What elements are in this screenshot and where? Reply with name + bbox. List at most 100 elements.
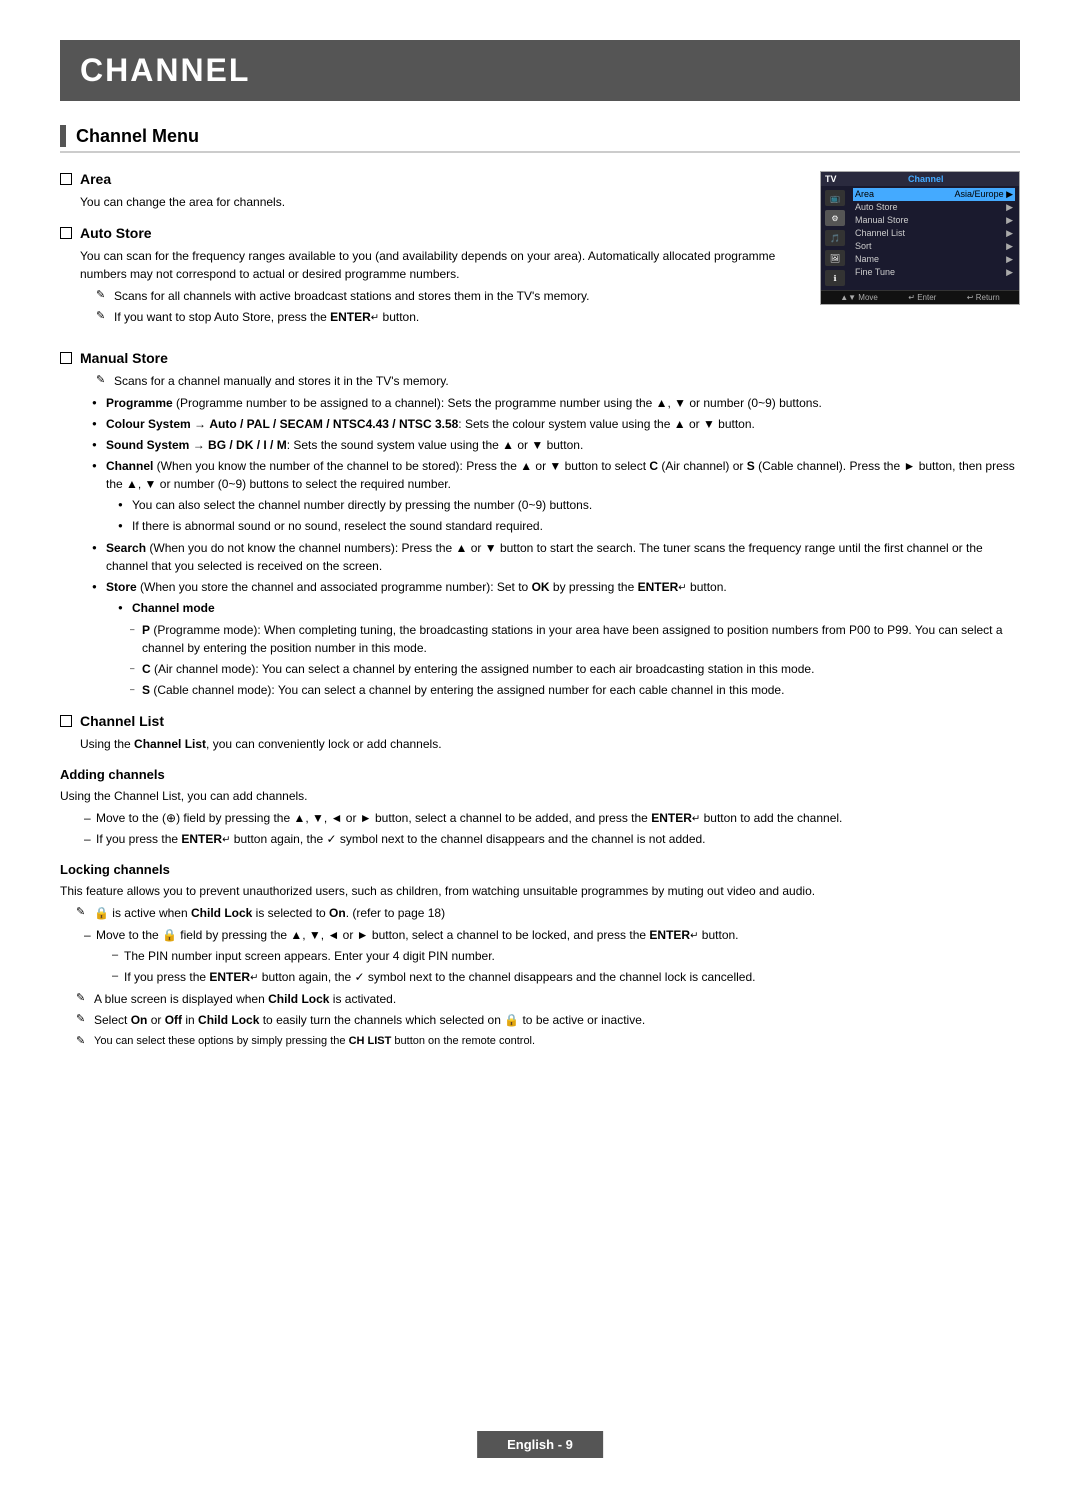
tv-item-arrow: ▶ bbox=[1006, 241, 1013, 252]
channel-title-banner: CHANNEL bbox=[60, 40, 1020, 101]
locking-sub-notes: The PIN number input screen appears. Ent… bbox=[96, 947, 1020, 986]
tv-item-label: Sort bbox=[855, 241, 872, 252]
tv-item-value: Asia/Europe ▶ bbox=[955, 189, 1013, 200]
auto-store-checkbox bbox=[60, 227, 72, 239]
area-title-row: Area bbox=[60, 171, 800, 187]
area-subsection: Area You can change the area for channel… bbox=[60, 171, 800, 211]
channel-menu-label: Channel bbox=[908, 174, 944, 184]
locking-channels-more-notes: A blue screen is displayed when Child Lo… bbox=[60, 990, 1020, 1029]
tv-menu-items-list: Area Asia/Europe ▶ Auto Store ▶ Manual S… bbox=[849, 186, 1019, 290]
adding-channels-body: Using the Channel List, you can add chan… bbox=[60, 787, 1020, 805]
tv-menu-item-autostore: Auto Store ▶ bbox=[853, 201, 1015, 214]
auto-store-heading: Auto Store bbox=[80, 225, 152, 241]
dash-item-s: S (Cable channel mode): You can select a… bbox=[130, 681, 1020, 699]
manual-store-title-row: Manual Store bbox=[60, 350, 1020, 366]
page-title: CHANNEL bbox=[80, 52, 1000, 89]
adding-channels-dashes: Move to the (⊕) field by pressing the ▲,… bbox=[60, 809, 1020, 848]
tv-menu-mockup: TV Channel 📺 ⚙ 🎵 🖼 ℹ Area bbox=[820, 171, 1020, 305]
tv-sidebar-icon-5: ℹ bbox=[825, 270, 845, 286]
manual-store-bullets: Programme (Programme number to be assign… bbox=[80, 394, 1020, 699]
tv-sidebar-icon-2: ⚙ bbox=[825, 210, 845, 226]
bullet-item-channel: Channel (When you know the number of the… bbox=[96, 457, 1020, 535]
section-title: Channel Menu bbox=[76, 126, 199, 147]
note-item: You can also select the channel number d… bbox=[122, 496, 1020, 514]
section-heading: Channel Menu bbox=[60, 125, 1020, 153]
channel-list-checkbox bbox=[60, 715, 72, 727]
tv-item-label: Manual Store bbox=[855, 215, 909, 226]
tv-item-label: Name bbox=[855, 254, 879, 265]
note-item: Scans for a channel manually and stores … bbox=[96, 372, 1020, 390]
tv-item-label: Area bbox=[855, 189, 874, 200]
tv-menu-body: 📺 ⚙ 🎵 🖼 ℹ Area Asia/Europe ▶ Auto Store bbox=[821, 186, 1019, 290]
main-content-top: Area You can change the area for channel… bbox=[60, 171, 800, 340]
note-item: 🔒 is active when Child Lock is selected … bbox=[76, 904, 1020, 922]
tv-menu-item-manualstore: Manual Store ▶ bbox=[853, 214, 1015, 227]
channel-sub-notes: You can also select the channel number d… bbox=[106, 496, 1020, 535]
tv-menu-item-sort: Sort ▶ bbox=[853, 240, 1015, 253]
locking-channels-body: This feature allows you to prevent unaut… bbox=[60, 882, 1020, 900]
area-body: You can change the area for channels. bbox=[80, 193, 800, 211]
tv-menu-footer: ▲▼ Move ↵ Enter ↩ Return bbox=[821, 290, 1019, 304]
note-item: If there is abnormal sound or no sound, … bbox=[122, 517, 1020, 535]
note-item: A blue screen is displayed when Child Lo… bbox=[76, 990, 1020, 1008]
footer-text: English - 9 bbox=[507, 1437, 573, 1452]
manual-store-notes: Scans for a channel manually and stores … bbox=[80, 372, 1020, 390]
dash-item: Move to the (⊕) field by pressing the ▲,… bbox=[84, 809, 1020, 827]
content-with-image: Area You can change the area for channel… bbox=[60, 171, 1020, 340]
bullet-item-programme: Programme (Programme number to be assign… bbox=[96, 394, 1020, 412]
channel-list-subsection: Channel List Using the Channel List, you… bbox=[60, 713, 1020, 753]
manual-store-heading: Manual Store bbox=[80, 350, 168, 366]
tv-sidebar-icon-1: 📺 bbox=[825, 190, 845, 206]
note-item: The PIN number input screen appears. Ent… bbox=[112, 947, 1020, 965]
auto-store-body: You can scan for the frequency ranges av… bbox=[80, 247, 800, 283]
tv-menu-sidebar: 📺 ⚙ 🎵 🖼 ℹ bbox=[821, 186, 849, 290]
locking-channels-final: You can select these options by simply p… bbox=[60, 1033, 1020, 1050]
adding-channels-title: Adding channels bbox=[60, 767, 1020, 782]
tv-item-arrow: ▶ bbox=[1006, 215, 1013, 226]
tv-item-label: Fine Tune bbox=[855, 267, 895, 278]
bullet-item-colour: Colour System → Auto / PAL / SECAM / NTS… bbox=[96, 415, 1020, 433]
bullet-item-search: Search (When you do not know the channel… bbox=[96, 539, 1020, 575]
tv-sidebar-icon-4: 🖼 bbox=[825, 250, 845, 266]
tv-item-label: Channel List bbox=[855, 228, 905, 239]
dash-item-c: C (Air channel mode): You can select a c… bbox=[130, 660, 1020, 678]
tv-menu-item-area: Area Asia/Europe ▶ bbox=[853, 188, 1015, 201]
dash-item-p: P (Programme mode): When completing tuni… bbox=[130, 621, 1020, 657]
note-item: You can select these options by simply p… bbox=[76, 1033, 1020, 1050]
tv-menu-item-name: Name ▶ bbox=[853, 253, 1015, 266]
auto-store-title-row: Auto Store bbox=[60, 225, 800, 241]
auto-store-subsection: Auto Store You can scan for the frequenc… bbox=[60, 225, 800, 326]
note-item: Scans for all channels with active broad… bbox=[96, 287, 800, 305]
note-item: Select On or Off in Child Lock to easily… bbox=[76, 1011, 1020, 1029]
manual-store-checkbox bbox=[60, 352, 72, 364]
footer-bar: English - 9 bbox=[477, 1431, 603, 1458]
note-item: If you press the ENTER↵ button again, th… bbox=[112, 968, 1020, 986]
channel-list-title-row: Channel List bbox=[60, 713, 1020, 729]
tv-menu-image: TV Channel 📺 ⚙ 🎵 🖼 ℹ Area bbox=[820, 171, 1020, 340]
footer-enter: ↵ Enter bbox=[908, 293, 936, 302]
tv-item-arrow: ▶ bbox=[1006, 228, 1013, 239]
tv-label: TV bbox=[825, 174, 837, 184]
tv-menu-header: TV Channel bbox=[821, 172, 1019, 186]
area-heading: Area bbox=[80, 171, 111, 187]
bullet-item-sound: Sound System → BG / DK / I / M: Sets the… bbox=[96, 436, 1020, 454]
locking-channels-note1: 🔒 is active when Child Lock is selected … bbox=[60, 904, 1020, 922]
page-wrapper: CHANNEL Channel Menu Area You can change… bbox=[0, 0, 1080, 1488]
tv-item-arrow: ▶ bbox=[1006, 254, 1013, 265]
bullet-item-store: Store (When you store the channel and as… bbox=[96, 578, 1020, 699]
section-heading-bar bbox=[60, 125, 66, 147]
tv-item-arrow: ▶ bbox=[1006, 202, 1013, 213]
locking-channels-dashes: Move to the 🔒 field by pressing the ▲, ▼… bbox=[60, 926, 1020, 986]
channel-list-heading: Channel List bbox=[80, 713, 164, 729]
footer-move: ▲▼ Move bbox=[840, 293, 878, 302]
locking-channels-title: Locking channels bbox=[60, 862, 1020, 877]
tv-item-arrow: ▶ bbox=[1006, 267, 1013, 278]
channel-mode-label: Channel mode bbox=[122, 599, 1020, 617]
dash-item: Move to the 🔒 field by pressing the ▲, ▼… bbox=[84, 926, 1020, 986]
area-checkbox bbox=[60, 173, 72, 185]
channel-mode-note: Channel mode bbox=[106, 599, 1020, 617]
footer-return: ↩ Return bbox=[967, 293, 1000, 302]
channel-mode-dashes: P (Programme mode): When completing tuni… bbox=[106, 621, 1020, 699]
tv-item-label: Auto Store bbox=[855, 202, 898, 213]
tv-sidebar-icon-3: 🎵 bbox=[825, 230, 845, 246]
